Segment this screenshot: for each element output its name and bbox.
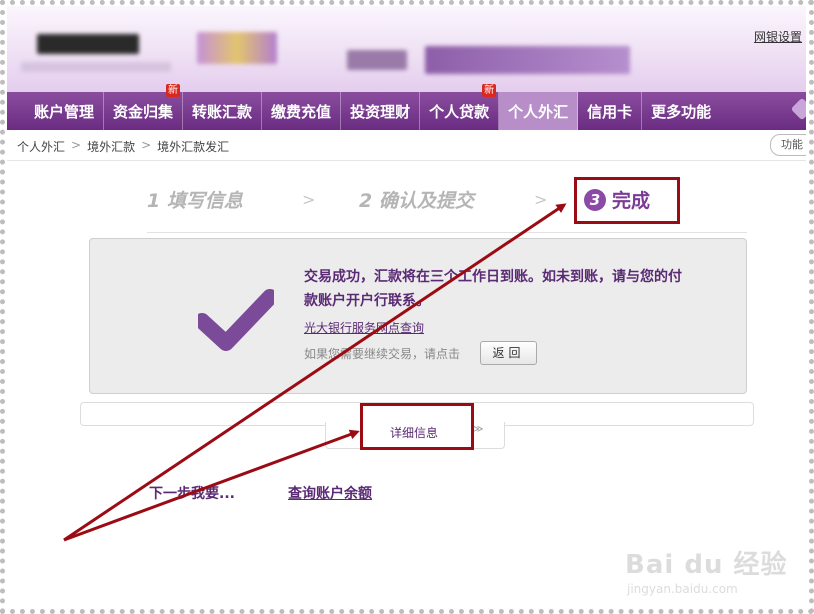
watermark-url: jingyan.baidu.com	[627, 582, 738, 596]
arrow-to-details	[63, 429, 360, 542]
page: 网银设置 账户管理 资金归集新 转账汇款 缴费充值 投资理财 个人贷款新 个人外…	[7, 6, 806, 606]
baidu-watermark: Bai du 经验 jingyan.baidu.com	[625, 544, 795, 604]
annotation-arrows	[63, 203, 567, 542]
arrow-to-complete	[63, 203, 567, 542]
watermark-logo: Bai du 经验	[625, 550, 788, 580]
